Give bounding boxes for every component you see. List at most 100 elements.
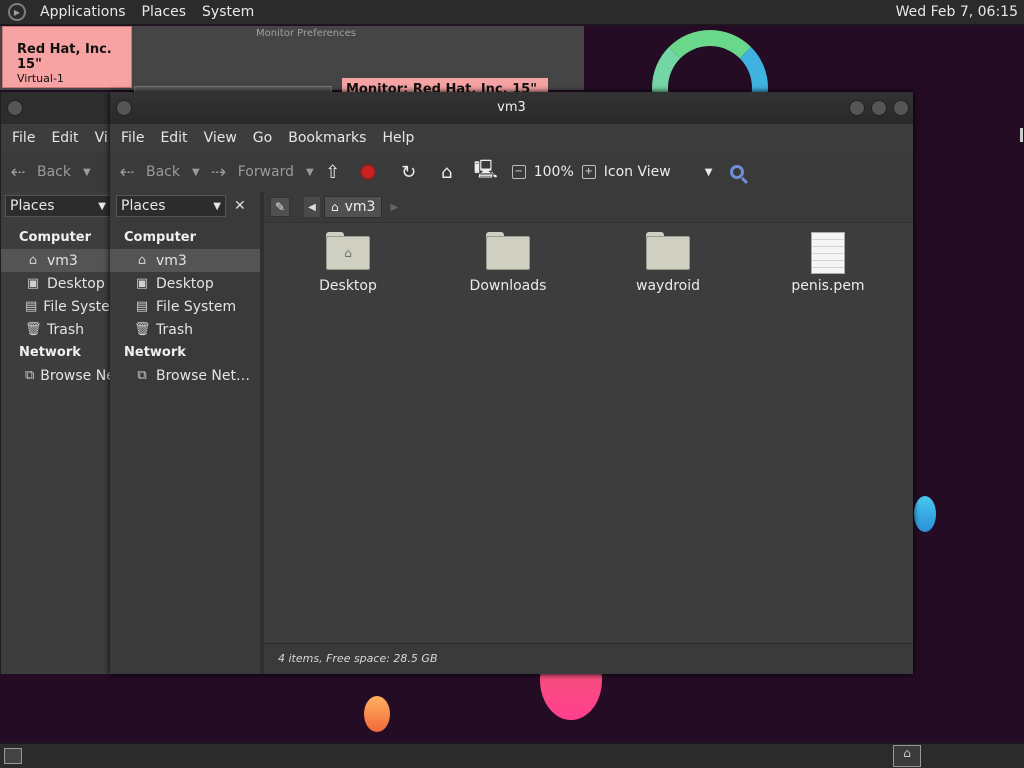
bg-sidebar-item-trash[interactable]: 🗑 Trash (1, 318, 111, 341)
menu-go[interactable]: Go (245, 130, 280, 146)
bg-places-selector[interactable]: Places ▼ (5, 195, 111, 217)
background-window-menu-button[interactable] (7, 100, 23, 116)
menubar: File Edit View Go Bookmarks Help (110, 124, 913, 152)
top-panel: ▶ Applications Places System Wed Feb 7, … (0, 0, 1024, 25)
back-button[interactable]: ⇠ Back ▼ (116, 162, 200, 183)
sidebar-item-desktop[interactable]: ▣ Desktop (110, 272, 260, 295)
background-titlebar[interactable] (1, 92, 111, 124)
background-menubar: File Edit Vi (1, 124, 111, 152)
zoom-level[interactable]: 100% (534, 164, 574, 180)
reload-icon: ↻ (401, 161, 417, 183)
computer-button[interactable]: 🖳 (474, 157, 504, 187)
bg-sidebar-item-filesystem[interactable]: ▤ File Syster (1, 295, 111, 318)
document-icon (811, 232, 845, 274)
home-button[interactable]: ⌂ (436, 162, 466, 183)
menu-view[interactable]: View (196, 130, 245, 146)
bg-menu-file[interactable]: File (1, 130, 43, 146)
bg-back-arrow-icon: ⇠ (10, 161, 26, 183)
file-item-desktop[interactable]: ⌂ Desktop (288, 232, 408, 294)
breadcrumb-left-icon[interactable]: ◀ (304, 197, 320, 217)
window-title: vm3 (497, 100, 526, 115)
content-area: Places ▼ ✕ Computer ⌂ vm3 ▣ Desktop ▤ Fi… (110, 192, 913, 674)
menu-help[interactable]: Help (374, 130, 422, 146)
forward-dropdown-icon[interactable]: ▼ (306, 167, 314, 178)
up-arrow-icon: ⇧ (325, 161, 341, 183)
bg-pane-header: Places ▼ (1, 192, 111, 220)
close-button[interactable] (893, 100, 909, 116)
bg-back-label: Back (37, 164, 71, 180)
applications-menu[interactable]: Applications (32, 4, 134, 20)
taskbar-file-manager-icon[interactable]: ⌂ (893, 745, 921, 767)
breadcrumb-vm3[interactable]: ⌂ vm3 (324, 196, 383, 218)
network-icon: ⧉ (137, 368, 147, 383)
bg-menu-edit[interactable]: Edit (43, 130, 86, 146)
home-icon: ⌂ (331, 200, 339, 214)
monitor-card-title: Red Hat, Inc. 15" (17, 42, 112, 72)
sidebar-item-file-system[interactable]: ▤ File System (110, 295, 260, 318)
system-menu[interactable]: System (194, 4, 262, 20)
bg-sidebar-label: Browse Ne (40, 367, 111, 384)
back-dropdown-icon[interactable]: ▼ (192, 167, 200, 178)
bg-sidebar-item-vm3[interactable]: ⌂ vm3 (1, 249, 111, 272)
breadcrumb-right-icon[interactable]: ▶ (390, 202, 398, 213)
sidebar-close-icon[interactable]: ✕ (234, 198, 246, 214)
wallpaper-blob-orange (364, 696, 390, 732)
bg-section-computer: Computer (19, 230, 92, 245)
reload-button[interactable]: ↻ (398, 162, 428, 183)
clock[interactable]: Wed Feb 7, 06:15 (896, 4, 1024, 20)
background-file-manager-window: File Edit Vi ⇠ Back ▼ Places ▼ Computer … (0, 92, 111, 674)
zoom-out-icon[interactable]: − (511, 165, 526, 179)
zoom-in-icon[interactable]: + (581, 165, 596, 179)
places-menu[interactable]: Places (134, 4, 195, 20)
status-text: 4 items, Free space: 28.5 GB (278, 652, 438, 665)
file-item-waydroid[interactable]: waydroid (608, 232, 728, 294)
monitor-card-subtitle: Virtual-1 (17, 72, 64, 85)
file-item-pem[interactable]: penis.pem (768, 232, 888, 294)
file-manager-window: vm3 File Edit View Go Bookmarks Help ⇠ B… (110, 92, 913, 674)
bg-sidebar-item-desktop[interactable]: ▣ Desktop (1, 272, 111, 295)
show-desktop-icon[interactable] (4, 748, 22, 764)
menu-file[interactable]: File (110, 130, 152, 146)
view-mode-label: Icon View (603, 164, 671, 180)
sidebar-item-browse-network[interactable]: ⧉ Browse Net… (110, 364, 260, 387)
sidebar-item-trash[interactable]: 🗑 Trash (110, 318, 260, 341)
back-label: Back (146, 164, 180, 180)
search-icon[interactable] (730, 165, 745, 179)
file-item-label: Desktop (319, 278, 377, 294)
bg-sidebar-item-browse-network[interactable]: ⧉ Browse Ne (1, 364, 111, 387)
menu-edit[interactable]: Edit (152, 130, 195, 146)
menu-bookmarks[interactable]: Bookmarks (280, 130, 374, 146)
sidebar-section-computer: Computer (124, 230, 197, 245)
view-mode-dropdown-icon: ▼ (704, 166, 713, 178)
bg-back-dropdown-icon: ▼ (83, 166, 91, 178)
monitor-card[interactable]: Red Hat, Inc. 15" Virtual-1 (2, 26, 132, 88)
maximize-button[interactable] (871, 100, 887, 116)
bg-sidebar-label: vm3 (47, 252, 78, 269)
trash-icon: 🗑 (25, 322, 42, 337)
window-menu-button[interactable] (116, 100, 132, 116)
forward-button[interactable]: ⇢ Forward ▼ (208, 162, 314, 183)
view-mode-selector[interactable]: Icon View ▼ (604, 164, 713, 180)
distro-logo-icon[interactable]: ▶ (8, 3, 26, 21)
file-item-downloads[interactable]: Downloads (448, 232, 568, 294)
sidebar-item-label: Browse Net… (156, 367, 251, 384)
sidebar-item-vm3[interactable]: ⌂ vm3 (110, 249, 260, 272)
bg-sidebar-label: File Syster (43, 298, 111, 315)
bg-sidebar-label: Trash (47, 321, 84, 338)
file-item-label: waydroid (636, 278, 700, 294)
location-toggle-icon[interactable]: ✎ (270, 197, 290, 217)
window-titlebar[interactable]: vm3 (110, 92, 913, 124)
file-view[interactable]: ✎ ◀ ⌂ vm3 ▶ ⌂ Desktop Downloads waydroid… (264, 192, 913, 674)
mouse-cursor-marker (1020, 128, 1023, 142)
bg-section-network: Network (19, 345, 81, 360)
network-icon: ⧉ (25, 368, 35, 383)
home-folder-icon: ⌂ (441, 161, 453, 183)
up-button[interactable]: ⇧ (322, 162, 352, 183)
bg-back-button[interactable]: ⇠ Back ▼ (7, 161, 91, 183)
stop-button[interactable] (359, 164, 376, 180)
drive-icon: ▤ (135, 299, 149, 314)
places-selector[interactable]: Places ▼ (116, 195, 226, 217)
minimize-button[interactable] (849, 100, 865, 116)
sidebar: Places ▼ ✕ Computer ⌂ vm3 ▣ Desktop ▤ Fi… (110, 192, 264, 674)
bg-menu-view[interactable]: Vi (87, 130, 111, 146)
